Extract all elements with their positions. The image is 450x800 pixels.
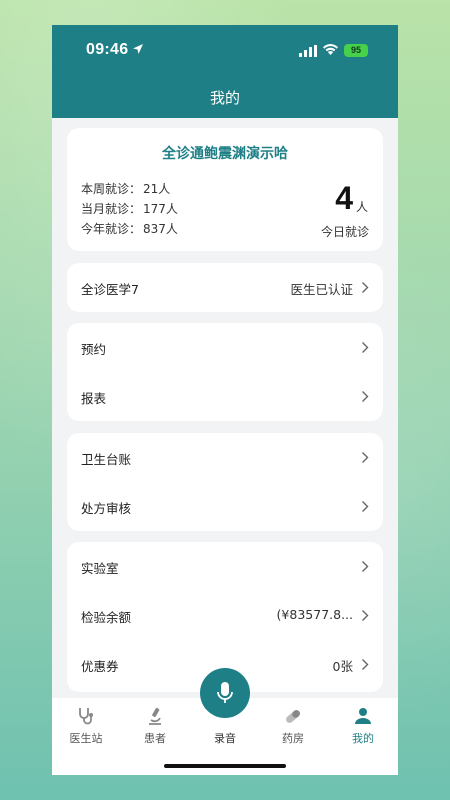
- today-visit-label: 今日就诊: [320, 225, 369, 239]
- record-button[interactable]: [200, 668, 250, 718]
- microscope-icon: [149, 707, 161, 725]
- chevron-right-icon: [362, 282, 369, 293]
- battery-indicator: 95: [344, 44, 368, 57]
- coupon-count: 0张: [332, 659, 353, 674]
- record-label: 录音: [214, 732, 236, 745]
- battery-level: 95: [350, 45, 361, 55]
- home-indicator: [164, 764, 286, 768]
- menu-item-health-ledger[interactable]: 卫生台账: [67, 433, 383, 482]
- tab-label: 我的: [352, 732, 374, 745]
- menu-item-report[interactable]: 报表: [67, 372, 383, 421]
- chevron-right-icon: [362, 659, 369, 670]
- chevron-right-icon: [362, 561, 369, 572]
- menu-item-label: 报表: [81, 391, 107, 406]
- stat-week-value: 21人: [143, 182, 171, 196]
- chevron-right-icon: [362, 610, 369, 621]
- page-title: 我的: [209, 89, 240, 107]
- menu-item-label: 检验余额: [81, 610, 132, 625]
- today-visit-count: 4: [335, 180, 353, 216]
- tab-mine[interactable]: 我的: [333, 706, 393, 746]
- menu-item-test-balance[interactable]: 检验余额 (¥83577.8...: [67, 591, 383, 640]
- status-bar: 09:46 95: [52, 25, 398, 75]
- tab-label: 药房: [282, 732, 304, 745]
- tab-label: 患者: [144, 732, 166, 745]
- stat-year-label: 今年就诊：: [81, 222, 142, 236]
- stat-year: 今年就诊： 837人: [81, 220, 178, 237]
- wifi-icon: [323, 44, 338, 55]
- chevron-right-icon: [362, 452, 369, 463]
- stat-month: 当月就诊： 177人: [81, 200, 178, 217]
- menu-item-label: 处方审核: [81, 501, 132, 516]
- stethoscope-icon: [79, 708, 93, 725]
- tab-doctor-station[interactable]: 医生站: [56, 706, 116, 746]
- stat-week-label: 本周就诊：: [81, 182, 142, 196]
- doctor-row[interactable]: 全诊医学7 医生已认证: [67, 263, 383, 312]
- menu-item-label: 卫生台账: [81, 452, 132, 467]
- cellular-signal-icon: [299, 45, 317, 57]
- phone-screen: 09:46 95 我的 全诊通鲍震渊演示哈 本周就诊： 21人 当月就诊： 17…: [52, 25, 398, 775]
- menu-item-laboratory[interactable]: 实验室: [67, 542, 383, 591]
- stat-month-label: 当月就诊：: [81, 202, 142, 216]
- menu-item-label: 预约: [81, 342, 107, 357]
- stat-month-value: 177人: [143, 202, 178, 216]
- stat-week: 本周就诊： 21人: [81, 180, 170, 197]
- person-icon: [355, 708, 371, 724]
- doctor-cert-status: 医生已认证: [290, 282, 353, 297]
- doctor-info-card[interactable]: 全诊医学7 医生已认证: [67, 263, 383, 312]
- clinic-name: 全诊通鲍震渊演示哈: [162, 146, 288, 162]
- pill-icon: [286, 710, 300, 723]
- tab-label: 医生站: [69, 732, 103, 745]
- menu-item-label: 优惠券: [81, 659, 119, 674]
- tab-patients[interactable]: 患者: [125, 706, 185, 746]
- menu-item-appointment[interactable]: 预约: [67, 323, 383, 372]
- tab-pharmacy[interactable]: 药房: [263, 706, 323, 746]
- microphone-icon: [217, 682, 233, 703]
- status-time: 09:46: [86, 41, 129, 58]
- chevron-right-icon: [362, 501, 369, 512]
- stat-year-value: 837人: [143, 222, 178, 236]
- menu-item-prescription-review[interactable]: 处方审核: [67, 482, 383, 531]
- header-bar: 09:46 95 我的: [52, 25, 398, 118]
- menu-item-label: 实验室: [81, 561, 119, 576]
- test-balance-value: (¥83577.8...: [276, 607, 353, 622]
- visit-stats-card: 全诊通鲍震渊演示哈 本周就诊： 21人 当月就诊： 177人 今年就诊： 837人 4…: [67, 128, 383, 251]
- doctor-name: 全诊医学7: [81, 282, 139, 297]
- location-arrow-icon: [133, 44, 143, 54]
- chevron-right-icon: [362, 342, 369, 353]
- menu-group-schedule: 预约 报表: [67, 323, 383, 421]
- menu-group-records: 卫生台账 处方审核: [67, 433, 383, 531]
- today-visit-unit: 人: [355, 200, 368, 214]
- chevron-right-icon: [362, 391, 369, 402]
